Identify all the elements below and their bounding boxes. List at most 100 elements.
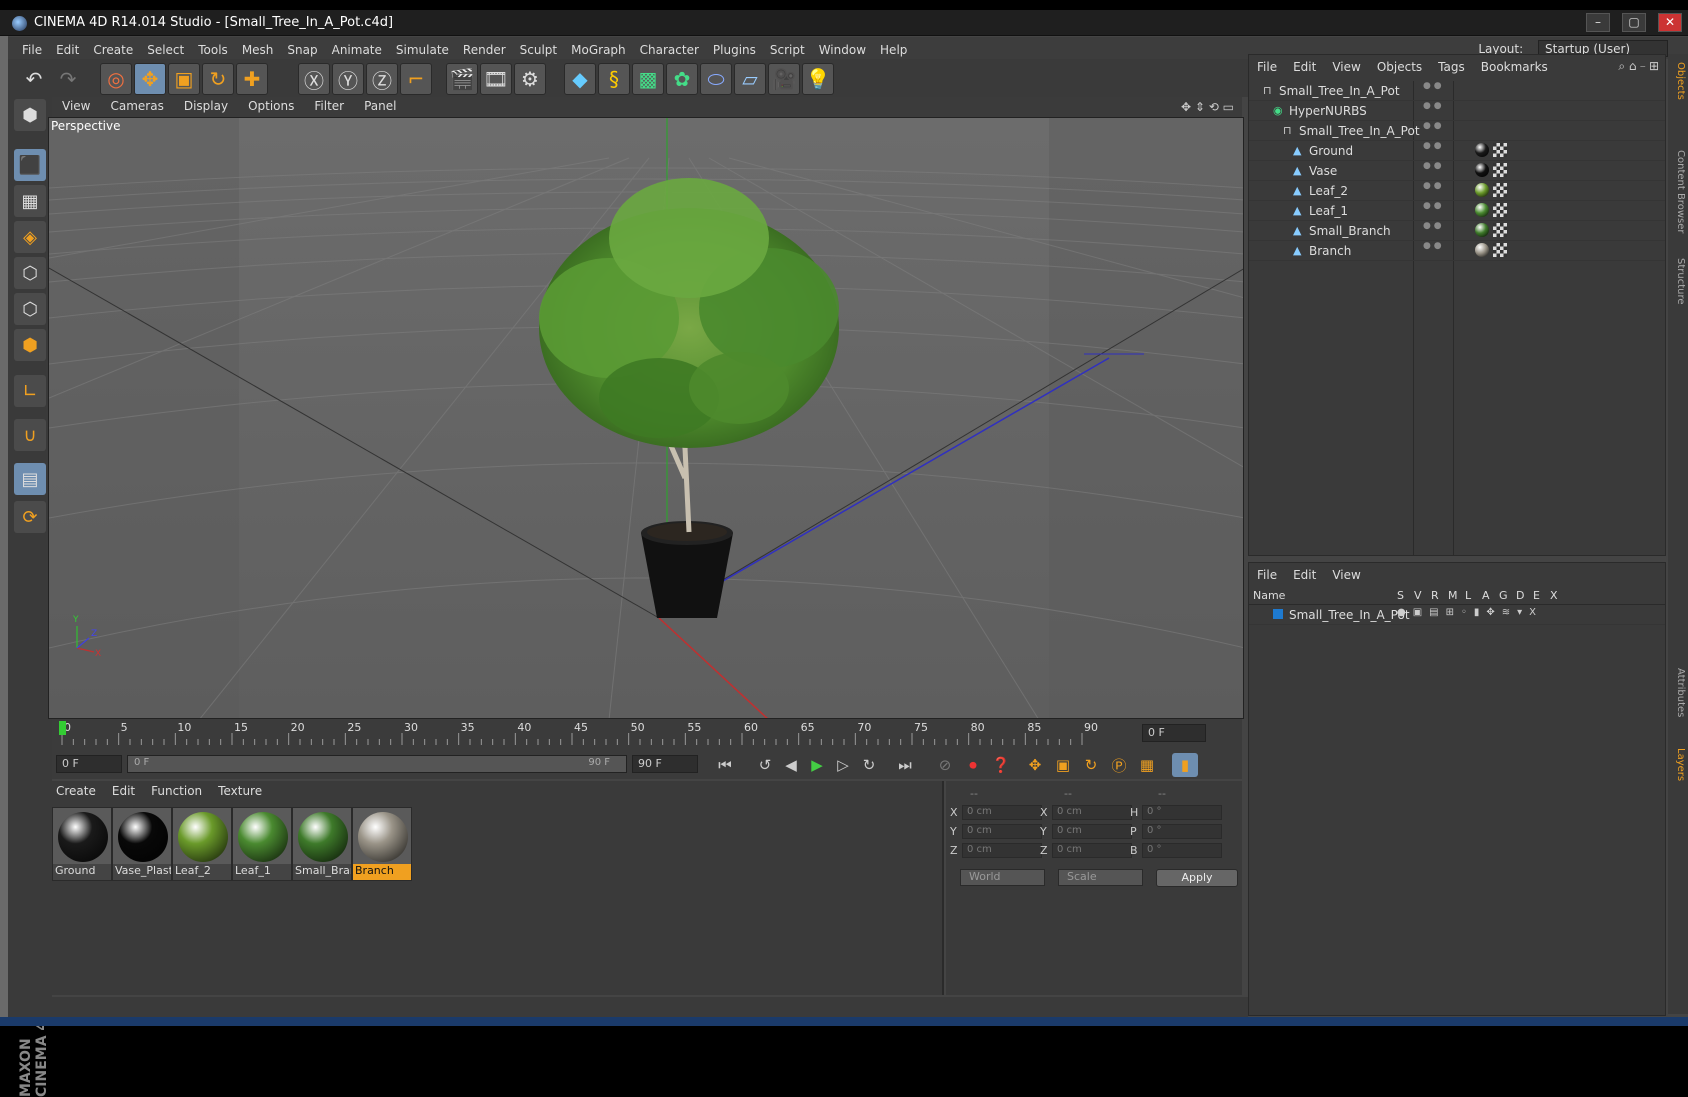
object-row[interactable]: ▲ Branch ● ● (1249, 241, 1665, 261)
coord-value-field[interactable]: 0 cm (1052, 824, 1132, 839)
render-view-icon[interactable]: 🎬 (446, 63, 478, 95)
uvw-tag[interactable] (1493, 243, 1507, 257)
layer-menu-edit[interactable]: Edit (1285, 565, 1324, 585)
viewport-menu-options[interactable]: Options (238, 97, 304, 115)
workplane-mode-icon[interactable]: ◈ (14, 221, 46, 253)
material-tag[interactable] (1475, 223, 1489, 237)
menu-mograph[interactable]: MoGraph (564, 40, 633, 60)
viewport-menu-panel[interactable]: Panel (354, 97, 406, 115)
side-tab-content-browser[interactable]: Content Browser (1670, 146, 1686, 237)
object-row[interactable]: ▲ Small_Branch ● ● (1249, 221, 1665, 241)
object-row[interactable]: ▲ Leaf_2 ● ● (1249, 181, 1665, 201)
polygons-mode-icon[interactable]: ⬢ (14, 329, 46, 361)
next-key-icon[interactable]: ↻ (856, 753, 882, 777)
layer-color-swatch[interactable] (1273, 609, 1283, 619)
go-to-end-icon[interactable]: ⏭ (892, 753, 918, 777)
layer-row[interactable]: Small_Tree_In_A_Pot ●▣▤⊞◦▮✥≋▾X (1249, 605, 1665, 625)
light-icon[interactable]: 💡 (802, 63, 834, 95)
object-menu-edit[interactable]: Edit (1285, 57, 1324, 77)
range-slider[interactable]: 0 F 90 F (127, 755, 627, 773)
material-swatch[interactable]: Branch (352, 807, 412, 881)
object-menu-view[interactable]: View (1324, 57, 1368, 77)
material-menu-create[interactable]: Create (48, 781, 104, 801)
layer-toggle-icons[interactable]: ●▣▤⊞◦▮✥≋▾X (1397, 607, 1543, 618)
next-frame-icon[interactable]: ▷ (830, 753, 856, 777)
move-icon[interactable]: ✥ (134, 63, 166, 95)
workplane-lock-icon[interactable]: ▤ (14, 463, 46, 495)
make-editable-icon[interactable]: ⬢ (14, 99, 46, 131)
side-tab-attributes[interactable]: Attributes (1670, 664, 1686, 721)
object-menu-file[interactable]: File (1249, 57, 1285, 77)
uvw-tag[interactable] (1493, 143, 1507, 157)
object-row[interactable]: ⊓ Small_Tree_In_A_Pot ● ● (1249, 81, 1665, 101)
key-position-icon[interactable]: ✥ (1022, 753, 1048, 777)
create-object-icon[interactable]: ✚ (236, 63, 268, 95)
menu-script[interactable]: Script (763, 40, 812, 60)
go-to-start-icon[interactable]: ⏮ (712, 753, 738, 777)
menu-character[interactable]: Character (633, 40, 706, 60)
key-selection-icon[interactable]: ❓ (988, 753, 1014, 777)
menu-file[interactable]: File (15, 40, 49, 60)
perspective-viewport[interactable]: Y X Z Perspective (48, 117, 1244, 719)
menu-plugins[interactable]: Plugins (706, 40, 763, 60)
coordinate-system-icon[interactable]: ⌐ (400, 63, 432, 95)
visibility-dots[interactable]: ● ● (1423, 202, 1442, 211)
object-manager-search-icon[interactable]: ⌕ ⌂ ⎯ ⊞ (1618, 59, 1659, 74)
uvw-tag[interactable] (1493, 203, 1507, 217)
viewport-menu-filter[interactable]: Filter (304, 97, 354, 115)
auto-key-icon[interactable]: ⏺ (960, 753, 986, 777)
undo-icon[interactable]: ↶ (18, 63, 50, 95)
coord-value-field[interactable]: 0 cm (962, 843, 1042, 858)
uvw-tag[interactable] (1493, 163, 1507, 177)
coord-value-field[interactable]: 0 ° (1142, 805, 1222, 820)
spline-icon[interactable]: § (598, 63, 630, 95)
viewport-menu-display[interactable]: Display (174, 97, 238, 115)
coord-value-field[interactable]: 0 cm (962, 824, 1042, 839)
visibility-dots[interactable]: ● ● (1423, 102, 1442, 111)
menu-create[interactable]: Create (86, 40, 140, 60)
previous-key-icon[interactable]: ↺ (752, 753, 778, 777)
menu-select[interactable]: Select (140, 40, 191, 60)
camera-icon[interactable]: 🎥 (768, 63, 800, 95)
visibility-dots[interactable]: ● ● (1423, 82, 1442, 91)
close-button[interactable]: ✕ (1658, 13, 1682, 32)
material-tag[interactable] (1475, 243, 1489, 257)
timeline-window-icon[interactable]: ▮ (1172, 753, 1198, 777)
visibility-dots[interactable]: ● ● (1423, 122, 1442, 131)
uvw-tag[interactable] (1493, 183, 1507, 197)
previous-frame-icon[interactable]: ◀ (778, 753, 804, 777)
x-axis-lock-icon[interactable]: Ⓧ (298, 63, 330, 95)
apply-button[interactable]: Apply (1156, 869, 1238, 887)
menu-render[interactable]: Render (456, 40, 513, 60)
key-scale-icon[interactable]: ▣ (1050, 753, 1076, 777)
side-tab-layers[interactable]: Layers (1670, 744, 1686, 785)
cube-primitive-icon[interactable]: ◆ (564, 63, 596, 95)
render-settings-icon[interactable]: ⚙ (514, 63, 546, 95)
points-mode-icon[interactable]: ⬡ (14, 257, 46, 289)
material-menu-function[interactable]: Function (143, 781, 210, 801)
layer-menu-file[interactable]: File (1249, 565, 1285, 585)
record-keys-icon[interactable]: ⊘ (932, 753, 958, 777)
object-row[interactable]: ▲ Leaf_1 ● ● (1249, 201, 1665, 221)
side-tab-structure[interactable]: Structure (1670, 254, 1686, 309)
material-swatch[interactable]: Leaf_2 (172, 807, 232, 881)
redo-icon[interactable]: ↷ (52, 63, 84, 95)
menu-simulate[interactable]: Simulate (389, 40, 456, 60)
object-row[interactable]: ▲ Vase ● ● (1249, 161, 1665, 181)
playhead[interactable] (59, 721, 66, 735)
nurbs-icon[interactable]: ▩ (632, 63, 664, 95)
menu-window[interactable]: Window (812, 40, 873, 60)
material-menu-edit[interactable]: Edit (104, 781, 143, 801)
axis-mode-icon[interactable]: ∟ (14, 375, 46, 407)
material-tag[interactable] (1475, 203, 1489, 217)
live-selection-icon[interactable]: ◎ (100, 63, 132, 95)
key-parameter-icon[interactable]: Ⓟ (1106, 753, 1132, 777)
start-frame-field[interactable]: 0 F (56, 755, 122, 773)
visibility-dots[interactable]: ● ● (1423, 222, 1442, 231)
viewport-navigation-icons[interactable]: ✥ ⇕ ⟲ ▭ (1181, 100, 1234, 114)
model-mode-icon[interactable]: ⬛ (14, 149, 46, 181)
render-picture-viewer-icon[interactable]: 🎞 (480, 63, 512, 95)
object-row[interactable]: ⊓ Small_Tree_In_A_Pot ● ● (1249, 121, 1665, 141)
array-icon[interactable]: ✿ (666, 63, 698, 95)
maximize-button[interactable]: ▢ (1622, 13, 1646, 32)
